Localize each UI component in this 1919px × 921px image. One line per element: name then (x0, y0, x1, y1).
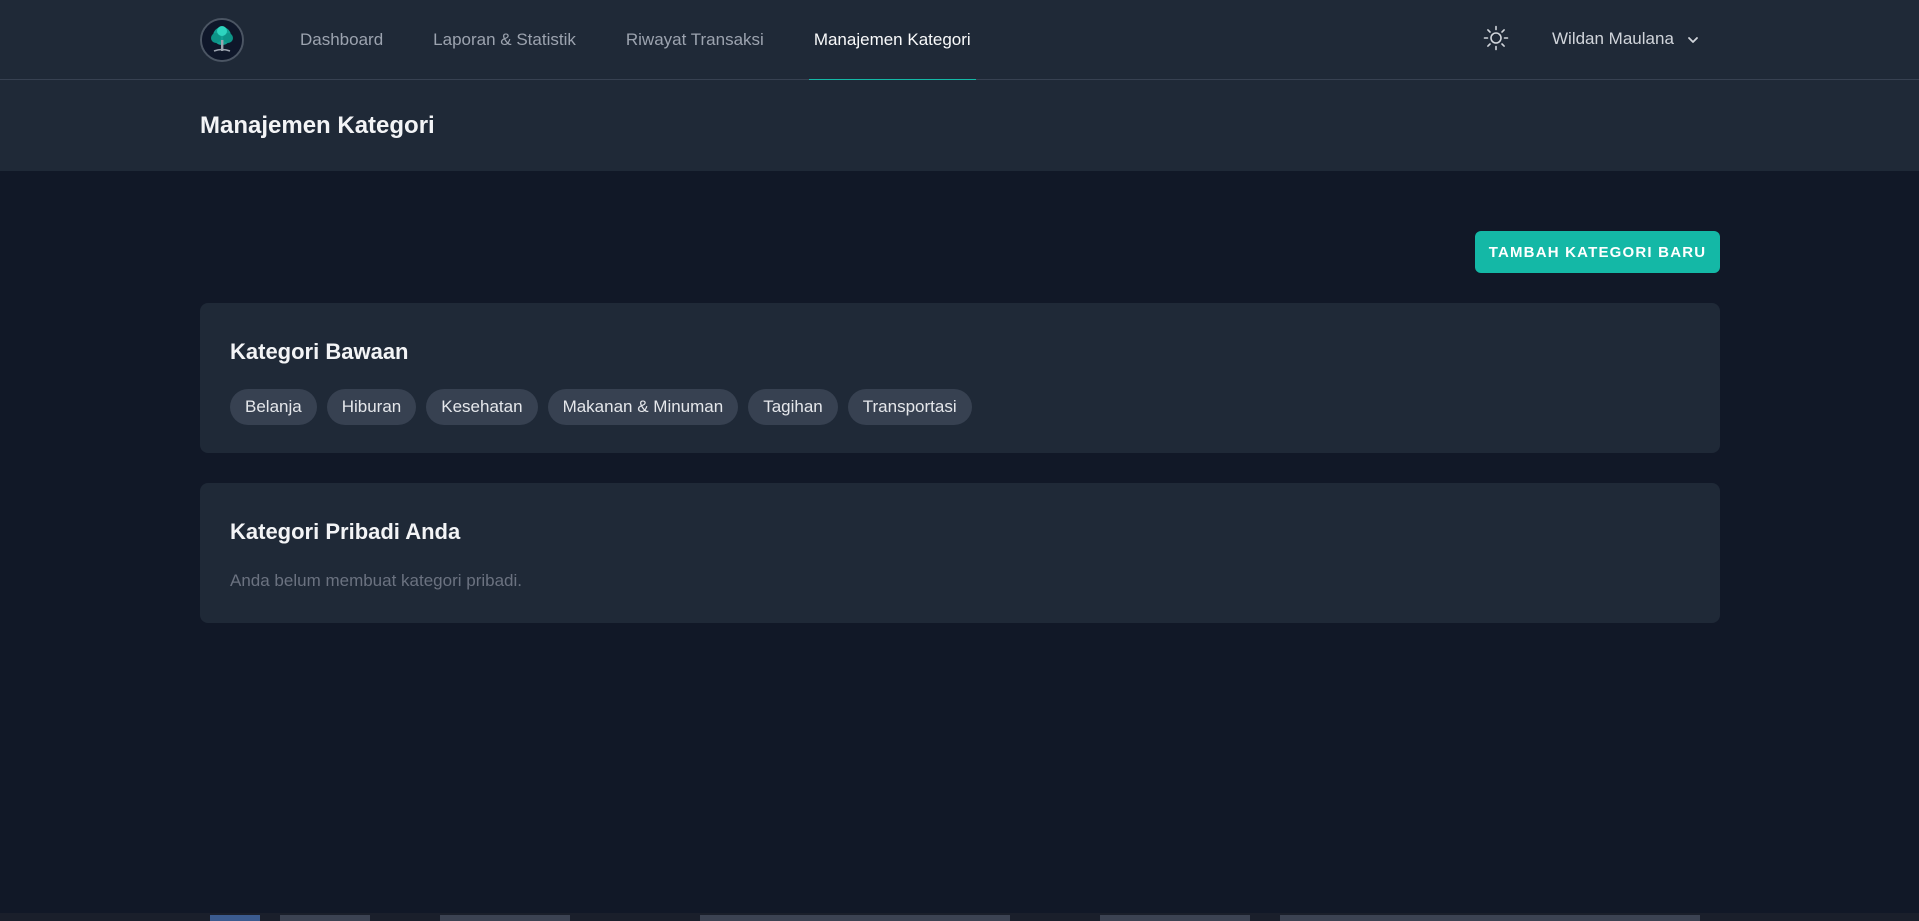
taskbar-item (1280, 915, 1700, 921)
taskbar-item (440, 915, 570, 921)
category-pill: Kesehatan (426, 389, 538, 425)
taskbar-item (280, 915, 370, 921)
category-pill: Belanja (230, 389, 317, 425)
page-header: Manajemen Kategori (0, 80, 1919, 171)
nav-links: Dashboard Laporan & Statistik Riwayat Tr… (300, 0, 1021, 81)
category-pill: Makanan & Minuman (547, 389, 739, 425)
category-pill-list: Belanja Hiburan Kesehatan Makanan & Minu… (230, 389, 982, 425)
tree-logo-icon[interactable] (200, 18, 244, 62)
default-categories-card: Kategori Bawaan Belanja Hiburan Kesehata… (200, 303, 1720, 453)
category-pill: Transportasi (847, 389, 972, 425)
personal-categories-title: Kategori Pribadi Anda (230, 519, 461, 544)
category-pill: Hiburan (326, 389, 417, 425)
nav-link-riwayat-transaksi[interactable]: Riwayat Transaksi (626, 0, 764, 80)
personal-categories-card: Kategori Pribadi Anda Anda belum membuat… (200, 483, 1720, 623)
chevron-down-icon (1686, 32, 1700, 46)
nav-link-laporan-statistik[interactable]: Laporan & Statistik (433, 0, 576, 80)
empty-state-text: Anda belum membuat kategori pribadi. (230, 571, 522, 590)
nav-link-manajemen-kategori[interactable]: Manajemen Kategori (808, 0, 976, 81)
add-category-button[interactable]: TAMBAH KATEGORI BARU (1475, 231, 1720, 273)
taskbar-item (210, 915, 260, 921)
taskbar-item (1100, 915, 1250, 921)
default-categories-title: Kategori Bawaan (230, 339, 409, 364)
page-title: Manajemen Kategori (200, 112, 435, 139)
nav-link-dashboard[interactable]: Dashboard (300, 0, 383, 80)
taskbar-fragment (0, 913, 1919, 921)
user-menu[interactable]: Wildan Maulana (1552, 0, 1700, 78)
taskbar-item (700, 915, 1010, 921)
top-navigation: Dashboard Laporan & Statistik Riwayat Tr… (0, 0, 1919, 81)
category-pill: Tagihan (748, 389, 838, 425)
sun-icon[interactable] (1482, 24, 1510, 52)
user-name: Wildan Maulana (1552, 29, 1674, 48)
